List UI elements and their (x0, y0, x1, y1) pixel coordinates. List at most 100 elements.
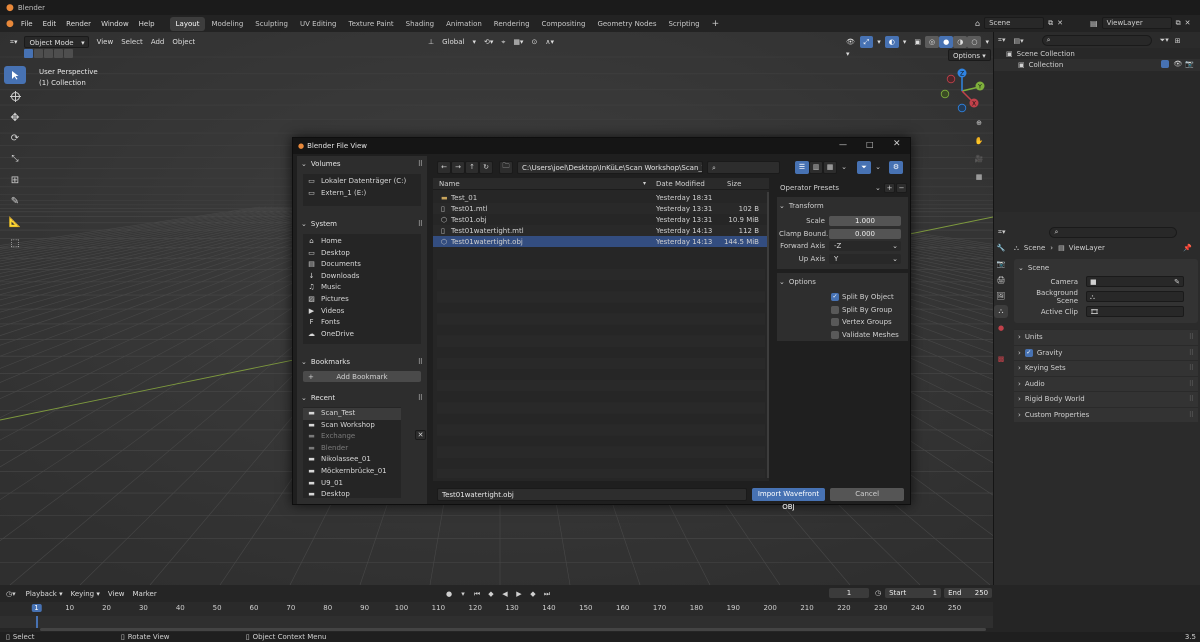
jump-end-icon[interactable]: ⏭ (540, 588, 554, 601)
option-checkbox[interactable] (831, 330, 839, 339)
remove-preset-icon[interactable]: − (896, 183, 907, 193)
select-mode-invert-icon[interactable] (54, 49, 63, 58)
tab-rendering[interactable]: Rendering (488, 17, 536, 31)
tab-texture-paint[interactable]: Texture Paint (343, 17, 400, 31)
select-mode-extend-icon[interactable] (34, 49, 43, 58)
measure-tool-icon[interactable]: 📐 (4, 213, 26, 231)
timeline-menu-marker[interactable]: Marker (129, 588, 161, 600)
drag-handle-icon[interactable]: ⠿ (1189, 349, 1194, 357)
file-row[interactable]: ▯ Test01.mtl Yesterday 13:31 102 B (433, 203, 769, 215)
shading-wireframe-icon[interactable]: ◎ (925, 35, 940, 48)
world-tab-icon[interactable]: ● (994, 321, 1008, 334)
camera-render-icon[interactable]: 📷 (1185, 60, 1194, 68)
bookmarks-header[interactable]: ⌄ Bookmarks ⠿ (297, 354, 427, 369)
gizmo-dropdown-icon[interactable]: ▾ (873, 36, 885, 48)
new-collection-icon[interactable]: ⊞ (1175, 37, 1181, 45)
view-layer-selector[interactable]: ▤ ViewLayer ⧉ ✕ (1090, 17, 1190, 29)
filename-input[interactable]: Test01watertight.obj (437, 487, 747, 501)
current-frame-field[interactable]: 1 (829, 588, 869, 598)
system-item-pictures[interactable]: ▨ Pictures (303, 294, 421, 306)
cursor-tool-icon[interactable] (4, 87, 26, 105)
refresh-icon[interactable]: ↻ (479, 160, 493, 174)
sort-chevron-icon[interactable]: ▾ (643, 180, 646, 187)
tab-geometry-nodes[interactable]: Geometry Nodes (591, 17, 662, 31)
xray-icon[interactable]: ▣ (910, 36, 925, 48)
texture-tab-icon[interactable]: ▩ (994, 352, 1008, 365)
playhead[interactable] (36, 616, 38, 628)
recent-item-4[interactable]: ▬ Nikolassee_01 (303, 454, 401, 466)
recent-item-7[interactable]: ▬ Desktop (303, 489, 401, 498)
recent-item-6[interactable]: ▬ U9_01 (303, 478, 401, 490)
outliner-editor-icon[interactable]: ⌗▾ (998, 36, 1005, 45)
file-row[interactable]: ⬡ Test01.obj Yesterday 13:31 10.9 MiB (433, 214, 769, 225)
visibility-icon[interactable]: 👁▾ (842, 36, 860, 58)
menu-edit[interactable]: Edit (38, 20, 62, 28)
menu-render[interactable]: Render (61, 20, 96, 28)
menu-window[interactable]: Window (96, 20, 134, 28)
orientation-icon[interactable]: ⊥ (424, 36, 438, 48)
menu-help[interactable]: Help (134, 20, 160, 28)
option-row[interactable]: Vertex Groups (779, 316, 904, 329)
path-input[interactable]: C:\Users\joel\Desktop\InKüLe\Scan Worksh… (517, 160, 703, 174)
system-item-onedrive[interactable]: ☁ OneDrive (303, 329, 421, 341)
option-row[interactable]: Split By Group (779, 304, 904, 317)
scale-field[interactable]: 1.000 (829, 216, 901, 227)
recent-item-2[interactable]: ▬ Exchange (303, 431, 401, 443)
delete-scene-icon[interactable]: ✕ (1057, 19, 1063, 27)
overlay-dropdown-icon[interactable]: ▾ (899, 36, 911, 48)
file-search-input[interactable]: ⌕ (707, 160, 780, 174)
operator-presets-dropdown[interactable]: Operator Presets (777, 184, 839, 192)
play-icon[interactable]: ▶ (512, 588, 526, 601)
system-item-music[interactable]: ♫ Music (303, 282, 421, 294)
system-item-fonts[interactable]: F Fonts (303, 317, 421, 329)
filter-dropdown-icon[interactable]: ⌄ (871, 161, 885, 174)
gizmo-toggle-icon[interactable]: ⤢ (859, 35, 874, 48)
overlay-toggle-icon[interactable]: ◐ (884, 35, 899, 48)
properties-panel-header[interactable]: › Custom Properties ⠿ (1014, 406, 1198, 422)
timeline-scrollbar[interactable] (40, 628, 986, 631)
blender-menu-icon[interactable]: ● (6, 19, 14, 29)
options-dropdown[interactable]: Options ▾ (948, 49, 991, 61)
falloff-icon[interactable]: ∧▾ (541, 36, 558, 48)
tab-scripting[interactable]: Scripting (662, 17, 705, 31)
file-row[interactable]: ⬡ Test01watertight.obj Yesterday 14:13 144.… (433, 236, 769, 248)
new-view-layer-icon[interactable]: ⧉ (1176, 19, 1181, 28)
play-reverse-icon[interactable]: ◀ (498, 588, 512, 601)
output-tab-icon[interactable]: 🖨 (994, 273, 1008, 286)
timeline-menu-keying[interactable]: Keying ▾ (67, 588, 104, 600)
drag-handle-icon[interactable]: ⠿ (1189, 411, 1194, 419)
orientation-dropdown[interactable]: Global (438, 36, 468, 48)
eyedropper-icon[interactable]: ✎ (1174, 277, 1180, 287)
drag-handle-icon[interactable]: ⠿ (418, 220, 423, 228)
tab-sculpting[interactable]: Sculpting (249, 17, 294, 31)
editor-type-icon[interactable]: ⌗▾ (6, 36, 21, 48)
background-scene-field[interactable]: ⛬ (1086, 291, 1184, 302)
outliner-display-mode-icon[interactable]: ▤▾ (1013, 37, 1023, 45)
collection-exclude-checkbox[interactable] (1161, 60, 1170, 68)
system-item-documents[interactable]: ▤ Documents (303, 259, 421, 271)
file-row[interactable]: ▯ Test01watertight.mtl Yesterday 14:13 112 … (433, 225, 769, 237)
select-mode-intersect-icon[interactable] (64, 49, 73, 58)
system-header[interactable]: ⌄ System ⠿ (297, 216, 427, 231)
cancel-button[interactable]: Cancel (830, 487, 904, 501)
drag-handle-icon[interactable]: ⠿ (1189, 364, 1194, 372)
display-settings-chevron-icon[interactable]: ⌄ (837, 161, 851, 174)
start-frame-field[interactable]: Start 1 (885, 588, 942, 598)
forward-axis-dropdown[interactable]: -Z ⌄ (829, 241, 901, 252)
select-mode-subtract-icon[interactable] (44, 49, 53, 58)
filter-icon[interactable]: ⏷ (857, 160, 871, 174)
pivot-icon[interactable]: ⟲▾ (480, 36, 497, 48)
new-folder-icon[interactable]: 🗀 (499, 160, 513, 174)
snap-icon[interactable]: ⌖ (497, 36, 509, 48)
volumes-header[interactable]: ⌄ Volumes ⠿ (297, 156, 427, 171)
shading-dropdown-icon[interactable]: ▾ (981, 36, 993, 48)
close-icon[interactable]: ✕ (893, 139, 901, 149)
system-item-downloads[interactable]: ↓ Downloads (303, 271, 421, 283)
view-layer-tab-icon[interactable]: 🖼 (994, 289, 1008, 302)
eye-icon[interactable]: 👁 (1173, 60, 1182, 68)
horizontal-list-icon[interactable]: ▥ (809, 160, 823, 174)
recent-item-3[interactable]: ▬ Blender (303, 443, 401, 455)
properties-panel-header[interactable]: › Keying Sets ⠿ (1014, 360, 1198, 376)
shading-material-icon[interactable]: ◑ (953, 35, 968, 48)
import-button[interactable]: Import Wavefront OBJ (751, 487, 826, 511)
